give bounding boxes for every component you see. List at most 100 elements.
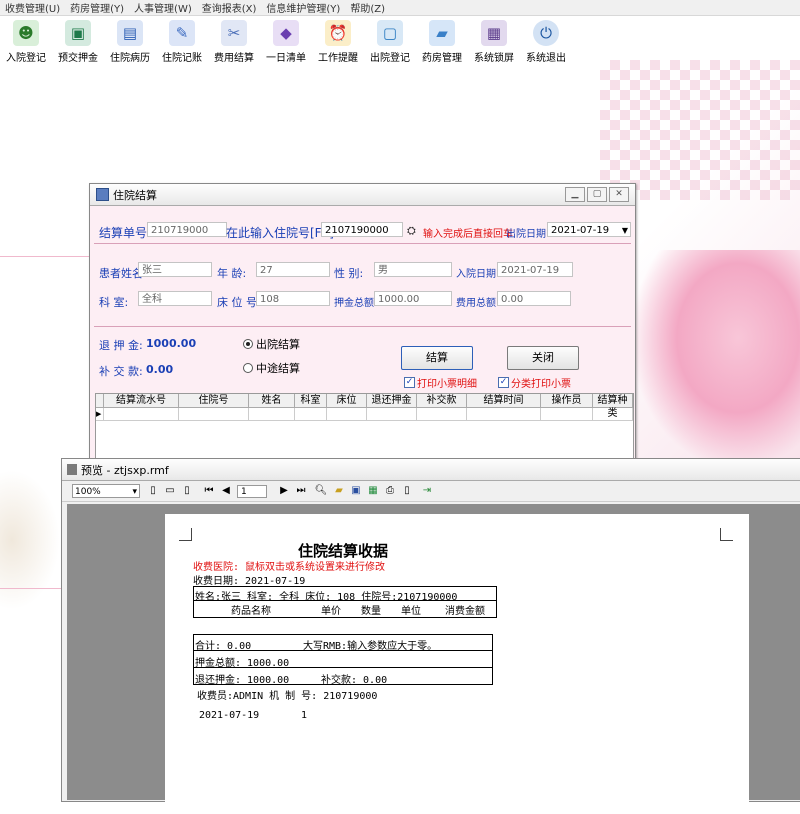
person-register-icon: ☻ bbox=[13, 20, 39, 46]
settle-no-label: 结算单号: bbox=[99, 226, 152, 240]
fee-total-label: 费用总额: bbox=[456, 298, 500, 309]
excel-export-icon[interactable]: ▦ bbox=[366, 484, 380, 498]
menu-item-pharmacy[interactable]: 药房管理(Y) bbox=[65, 0, 129, 15]
exit-preview-icon[interactable]: ⇥ bbox=[420, 484, 434, 498]
grid-header[interactable]: 床位 bbox=[327, 394, 367, 407]
last-page-icon[interactable]: ⏭ bbox=[294, 484, 308, 498]
menu-item-reports[interactable]: 查询报表(X) bbox=[197, 0, 262, 15]
toolbar-button-discharge[interactable]: ▢ 出院登记 bbox=[364, 16, 416, 66]
toolbar-button-admission[interactable]: ☻ 入院登记 bbox=[0, 16, 52, 66]
dept-label: 科 室: bbox=[99, 296, 129, 309]
receipt-deposit-line: 押金总额: 1000.00 bbox=[195, 658, 290, 669]
fit-width-icon[interactable]: ▭ bbox=[163, 484, 177, 498]
grid-header[interactable]: 结算种类 bbox=[593, 394, 633, 419]
radio-midway-settlement[interactable] bbox=[243, 363, 253, 373]
settle-no-field[interactable]: 210719000 bbox=[147, 222, 227, 237]
print-category-checkbox[interactable]: ✓ bbox=[498, 377, 509, 388]
toolbar-label: 系统退出 bbox=[526, 53, 566, 64]
deposit-total-field[interactable]: 1000.00 bbox=[374, 291, 452, 306]
background-pattern bbox=[600, 60, 800, 200]
table-row[interactable]: ▶ bbox=[96, 408, 633, 421]
menu-item-personnel[interactable]: 人事管理(W) bbox=[129, 0, 197, 15]
inpatient-no-input[interactable]: 2107190000 bbox=[321, 222, 403, 237]
close-window-button[interactable]: ✕ bbox=[609, 187, 629, 202]
grid-header[interactable]: 结算时间 bbox=[467, 394, 541, 407]
window-app-icon bbox=[96, 188, 109, 201]
toolbar-label: 费用结算 bbox=[214, 53, 254, 64]
section-divider bbox=[94, 243, 631, 244]
radio-discharge-settlement[interactable] bbox=[243, 339, 253, 349]
window-title: 住院结算 bbox=[113, 188, 157, 202]
zoom-select[interactable]: 100% bbox=[72, 484, 140, 499]
page-number-input[interactable]: 1 bbox=[237, 484, 267, 498]
grid-header[interactable]: 住院号 bbox=[179, 394, 249, 407]
toolbar-button-exit[interactable]: ⏻ 系统退出 bbox=[520, 16, 572, 66]
settlement-window-titlebar[interactable]: 住院结算 ▁ ▢ ✕ bbox=[90, 184, 635, 206]
receipt-date-line: 收费日期: 2021-07-19 bbox=[193, 576, 306, 587]
hint-text: 输入完成后直接回车 bbox=[423, 229, 513, 240]
grid-header[interactable]: 操作员 bbox=[541, 394, 593, 407]
minimize-button[interactable]: ▁ bbox=[565, 187, 585, 202]
binoculars-icon[interactable]: ⛭ bbox=[407, 224, 416, 238]
next-page-icon[interactable]: ▶ bbox=[277, 484, 291, 498]
grid-header[interactable]: 结算流水号 bbox=[104, 394, 179, 407]
bed-field[interactable]: 108 bbox=[256, 291, 330, 306]
menu-bar: 收费管理(U) 药房管理(Y) 人事管理(W) 查询报表(X) 信息维护管理(Y… bbox=[0, 0, 800, 16]
toolbar-button-pharmacy[interactable]: ▰ 药房管理 bbox=[416, 16, 468, 66]
preview-canvas[interactable]: 住院结算收据 收费医院: 鼠标双击或系统设置来进行修改 收费日期: 2021-0… bbox=[67, 504, 800, 814]
fee-total-field[interactable]: 0.00 bbox=[497, 291, 571, 306]
toolbar-button-lock[interactable]: ▦ 系统锁屏 bbox=[468, 16, 520, 66]
close-button[interactable]: 关闭 bbox=[507, 346, 579, 370]
receipt-col-name: 药品名称 bbox=[231, 606, 271, 617]
maximize-button[interactable]: ▢ bbox=[587, 187, 607, 202]
toolbar-button-reminder[interactable]: ⏰ 工作提醒 bbox=[312, 16, 364, 66]
menu-item-charge[interactable]: 收费管理(U) bbox=[0, 0, 65, 15]
grid-header[interactable]: 补交款 bbox=[417, 394, 467, 407]
radio-midway-label: 中途结算 bbox=[256, 362, 300, 375]
toolbar-label: 入院登记 bbox=[6, 53, 46, 64]
print-icon[interactable]: ⎙ bbox=[383, 484, 397, 498]
age-field[interactable]: 27 bbox=[256, 262, 330, 277]
ledger-icon: ✎ bbox=[169, 20, 195, 46]
patient-name-field[interactable]: 张三 bbox=[138, 262, 212, 277]
prev-page-icon[interactable]: ◀ bbox=[219, 484, 233, 498]
toolbar-button-ledger[interactable]: ✎ 住院记账 bbox=[156, 16, 208, 66]
dept-field[interactable]: 全科 bbox=[138, 291, 212, 306]
receipt-footer-date: 2021-07-19 bbox=[199, 710, 260, 721]
receipt-hospital-line[interactable]: 收费医院: 鼠标双击或系统设置来进行修改 bbox=[193, 558, 385, 573]
search-icon[interactable]: 🔍︎ bbox=[314, 484, 328, 498]
bed-label: 床 位 号: bbox=[217, 296, 261, 309]
save-icon[interactable]: ▣ bbox=[349, 484, 363, 498]
grid-header[interactable]: 科室 bbox=[295, 394, 327, 407]
actual-size-icon[interactable]: ▯ bbox=[180, 484, 194, 498]
receipt-cashier-line: 收费员:ADMIN 机 制 号: 210719000 bbox=[197, 691, 378, 702]
settle-button[interactable]: 结算 bbox=[401, 346, 473, 370]
preview-window-titlebar[interactable]: 预览 - ztjsxp.rmf bbox=[62, 459, 800, 481]
toolbar-button-settlement[interactable]: ✂ 费用结算 bbox=[208, 16, 260, 66]
menu-item-help[interactable]: 帮助(Z) bbox=[345, 0, 390, 15]
toolbar-label: 系统锁屏 bbox=[474, 53, 514, 64]
toolbar-label: 预交押金 bbox=[58, 53, 98, 64]
toolbar-button-daily-list[interactable]: ◆ 一日清单 bbox=[260, 16, 312, 66]
menu-item-maintenance[interactable]: 信息维护管理(Y) bbox=[261, 0, 345, 15]
print-detail-checkbox[interactable]: ✓ bbox=[404, 377, 415, 388]
toolbar-button-medical-record[interactable]: ▤ 住院病历 bbox=[104, 16, 156, 66]
open-folder-icon[interactable]: ▰ bbox=[332, 484, 346, 498]
grid-header[interactable]: 姓名 bbox=[249, 394, 295, 407]
admit-date-field[interactable]: 2021-07-19 bbox=[497, 262, 573, 277]
receipt-page: 住院结算收据 收费医院: 鼠标双击或系统设置来进行修改 收费日期: 2021-0… bbox=[165, 514, 749, 814]
page-setup-icon[interactable]: ▯ bbox=[400, 484, 414, 498]
row-pointer-icon: ▶ bbox=[96, 408, 104, 420]
medical-record-icon: ▤ bbox=[117, 20, 143, 46]
toolbar-label: 工作提醒 bbox=[318, 53, 358, 64]
print-detail-label: 打印小票明细 bbox=[417, 379, 477, 390]
discharge-date-picker[interactable]: 2021-07-19 ▼ bbox=[547, 222, 631, 237]
fit-page-icon[interactable]: ▯ bbox=[146, 484, 160, 498]
grid-header[interactable]: 退还押金 bbox=[367, 394, 417, 407]
toolbar-button-deposit[interactable]: ▣ 预交押金 bbox=[52, 16, 104, 66]
supplement-value: 0.00 bbox=[146, 363, 174, 376]
first-page-icon[interactable]: ⏮ bbox=[202, 484, 216, 498]
document-icon bbox=[67, 464, 77, 475]
supplement-label: 补 交 款: bbox=[99, 365, 143, 378]
sex-field[interactable]: 男 bbox=[374, 262, 452, 277]
